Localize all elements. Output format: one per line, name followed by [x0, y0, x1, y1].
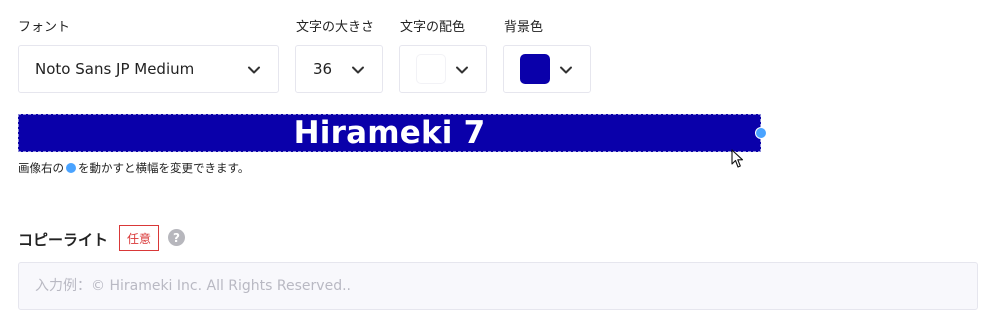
chevron-down-icon: [248, 66, 260, 74]
text-color-label: 文字の配色: [400, 20, 466, 35]
handle-dot-icon: [66, 163, 76, 173]
copyright-title: コピーライト: [18, 231, 109, 249]
font-size-value: 36: [313, 60, 333, 78]
copyright-input[interactable]: [18, 262, 978, 310]
resize-hint: 画像右の を動かすと横幅を変更できます。: [18, 160, 249, 176]
resize-handle[interactable]: [755, 127, 767, 139]
text-color-swatch: [416, 54, 446, 84]
chevron-down-icon: [560, 66, 572, 74]
preview-banner: Hirameki 7: [18, 114, 761, 152]
preview-banner-text: Hirameki 7: [293, 115, 486, 151]
optional-badge: 任意: [119, 225, 159, 251]
font-size-label: 文字の大きさ: [296, 20, 375, 35]
chevron-down-icon: [352, 66, 364, 74]
background-color-label: 背景色: [504, 20, 544, 35]
question-circle-icon[interactable]: ?: [168, 229, 185, 246]
chevron-down-icon: [456, 66, 468, 74]
resize-hint-before: 画像右の: [18, 161, 64, 175]
font-size-select[interactable]: 36: [295, 45, 383, 93]
background-color-select[interactable]: [503, 45, 591, 93]
text-color-select[interactable]: [399, 45, 487, 93]
background-color-swatch: [520, 54, 550, 84]
font-select-value: Noto Sans JP Medium: [35, 60, 195, 78]
font-label: フォント: [18, 20, 71, 35]
mouse-pointer-icon: [731, 149, 744, 168]
resize-hint-after: を動かすと横幅を変更できます。: [78, 161, 250, 175]
font-select[interactable]: Noto Sans JP Medium: [18, 45, 279, 93]
